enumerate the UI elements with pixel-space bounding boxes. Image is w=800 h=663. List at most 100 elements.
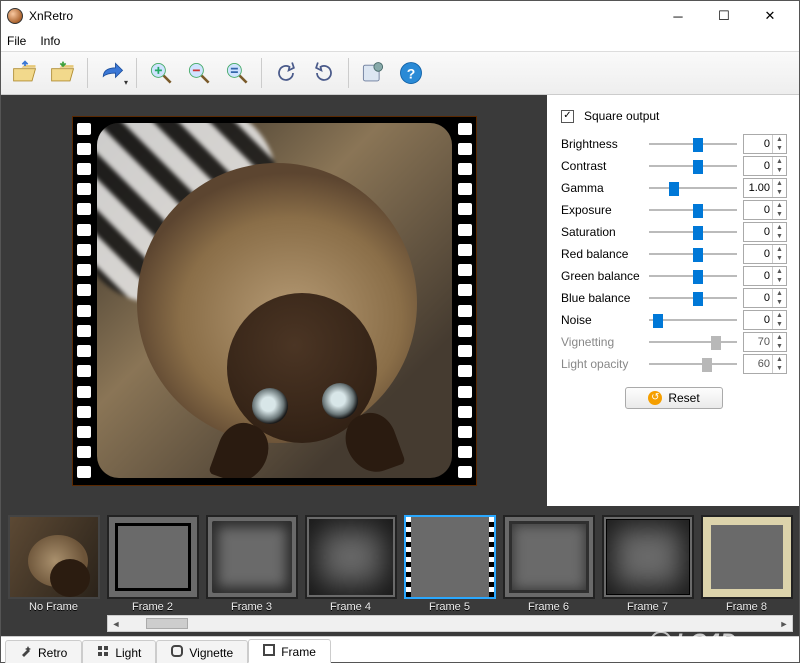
- tab-retro[interactable]: Retro: [5, 640, 82, 663]
- rotate-left-button[interactable]: [268, 55, 304, 91]
- maximize-button[interactable]: ☐: [701, 1, 747, 31]
- frame-thumb-noframe[interactable]: No Frame: [7, 515, 100, 613]
- spin-input-saturation[interactable]: [744, 225, 772, 239]
- save-button[interactable]: [45, 55, 81, 91]
- titlebar: XnRetro ─ ☐ ✕: [1, 1, 799, 31]
- spin-down-green_balance[interactable]: ▼: [773, 276, 786, 285]
- open-button[interactable]: [7, 55, 43, 91]
- spin-up-blue_balance[interactable]: ▲: [773, 289, 786, 298]
- spin-up-noise[interactable]: ▲: [773, 311, 786, 320]
- spin-input-brightness[interactable]: [744, 137, 772, 151]
- slider-contrast[interactable]: [649, 157, 737, 175]
- frame-label-frame2: Frame 2: [132, 601, 173, 613]
- slider-brightness[interactable]: [649, 135, 737, 153]
- menu-info[interactable]: Info: [40, 34, 60, 48]
- frame-thumb-frame5[interactable]: Frame 5: [403, 515, 496, 613]
- slider-exposure[interactable]: [649, 201, 737, 219]
- toolbar-separator: [261, 58, 262, 88]
- spin-input-contrast[interactable]: [744, 159, 772, 173]
- zoom-fit-button[interactable]: [219, 55, 255, 91]
- tab-vignette[interactable]: Vignette: [156, 640, 248, 663]
- spin-down-noise[interactable]: ▼: [773, 320, 786, 329]
- spin-up-vignetting: ▲: [773, 333, 786, 342]
- folder-save-icon: [49, 59, 77, 87]
- slider-green_balance[interactable]: [649, 267, 737, 285]
- menu-file[interactable]: File: [7, 34, 26, 48]
- spin-input-blue_balance[interactable]: [744, 291, 772, 305]
- slider-row-blue_balance: Blue balance▲▼: [561, 287, 787, 309]
- scroll-right-button[interactable]: ►: [776, 619, 792, 629]
- spin-blue_balance[interactable]: ▲▼: [743, 288, 787, 308]
- app-title: XnRetro: [29, 9, 655, 23]
- spin-saturation[interactable]: ▲▼: [743, 222, 787, 242]
- spin-down-gamma[interactable]: ▼: [773, 188, 786, 197]
- spin-noise[interactable]: ▲▼: [743, 310, 787, 330]
- tab-frame[interactable]: Frame: [248, 639, 331, 663]
- spin-down-contrast[interactable]: ▼: [773, 166, 786, 175]
- slider-saturation[interactable]: [649, 223, 737, 241]
- chevron-down-icon: ▾: [124, 78, 128, 87]
- spin-gamma[interactable]: ▲▼: [743, 178, 787, 198]
- rotate-right-button[interactable]: [306, 55, 342, 91]
- slider-blue_balance[interactable]: [649, 289, 737, 307]
- slider-row-exposure: Exposure▲▼: [561, 199, 787, 221]
- frame-label-noframe: No Frame: [29, 601, 78, 613]
- spin-up-brightness[interactable]: ▲: [773, 135, 786, 144]
- spin-input-noise[interactable]: [744, 313, 772, 327]
- spin-up-red_balance[interactable]: ▲: [773, 245, 786, 254]
- spin-up-contrast[interactable]: ▲: [773, 157, 786, 166]
- tab-light[interactable]: Light: [82, 640, 156, 663]
- help-button[interactable]: ?: [393, 55, 429, 91]
- frame-label-frame3: Frame 3: [231, 601, 272, 613]
- spin-down-brightness[interactable]: ▼: [773, 144, 786, 153]
- spin-down-blue_balance[interactable]: ▼: [773, 298, 786, 307]
- tab-label-retro: Retro: [38, 646, 67, 660]
- toolbar-separator: [348, 58, 349, 88]
- slider-gamma[interactable]: [649, 179, 737, 197]
- zoom-in-button[interactable]: [143, 55, 179, 91]
- spin-input-gamma[interactable]: [744, 181, 772, 195]
- spin-up-green_balance[interactable]: ▲: [773, 267, 786, 276]
- reset-button[interactable]: Reset: [625, 387, 722, 409]
- spin-input-red_balance[interactable]: [744, 247, 772, 261]
- spin-down-saturation[interactable]: ▼: [773, 232, 786, 241]
- close-button[interactable]: ✕: [747, 1, 793, 31]
- spin-red_balance[interactable]: ▲▼: [743, 244, 787, 264]
- spin-input-green_balance[interactable]: [744, 269, 772, 283]
- scroll-left-button[interactable]: ◄: [108, 619, 124, 629]
- spin-brightness[interactable]: ▲▼: [743, 134, 787, 154]
- slider-red_balance[interactable]: [649, 245, 737, 263]
- minimize-button[interactable]: ─: [655, 1, 701, 31]
- spin-up-exposure[interactable]: ▲: [773, 201, 786, 210]
- spin-up-gamma[interactable]: ▲: [773, 179, 786, 188]
- frame-thumb-frame8[interactable]: Frame 8: [700, 515, 793, 613]
- spin-down-exposure[interactable]: ▼: [773, 210, 786, 219]
- square-output-row: ✓ Square output: [561, 105, 787, 127]
- settings-button[interactable]: [355, 55, 391, 91]
- rotate-left-icon: [272, 59, 300, 87]
- frame-thumb-frame6[interactable]: Frame 6: [502, 515, 595, 613]
- watermark: ↓LO4D.com: [650, 629, 790, 655]
- frame-thumb-frame2[interactable]: Frame 2: [106, 515, 199, 613]
- share-button[interactable]: ▾: [94, 55, 130, 91]
- scroll-thumb[interactable]: [146, 618, 188, 629]
- square-output-checkbox[interactable]: ✓: [561, 110, 574, 123]
- spin-green_balance[interactable]: ▲▼: [743, 266, 787, 286]
- wand-icon: [20, 645, 32, 660]
- zoom-out-button[interactable]: [181, 55, 217, 91]
- slider-row-noise: Noise▲▼: [561, 309, 787, 331]
- spin-up-light_opacity: ▲: [773, 355, 786, 364]
- spin-down-red_balance[interactable]: ▼: [773, 254, 786, 263]
- spin-input-light_opacity: [744, 357, 772, 371]
- tab-label-light: Light: [115, 646, 141, 660]
- frame-thumb-frame4[interactable]: Frame 4: [304, 515, 397, 613]
- folder-open-icon: [11, 59, 39, 87]
- spin-up-saturation[interactable]: ▲: [773, 223, 786, 232]
- frame-thumb-frame7[interactable]: Frame 7: [601, 515, 694, 613]
- spin-contrast[interactable]: ▲▼: [743, 156, 787, 176]
- slider-noise[interactable]: [649, 311, 737, 329]
- spin-input-exposure[interactable]: [744, 203, 772, 217]
- slider-label-contrast: Contrast: [561, 159, 643, 173]
- frame-thumb-frame3[interactable]: Frame 3: [205, 515, 298, 613]
- spin-exposure[interactable]: ▲▼: [743, 200, 787, 220]
